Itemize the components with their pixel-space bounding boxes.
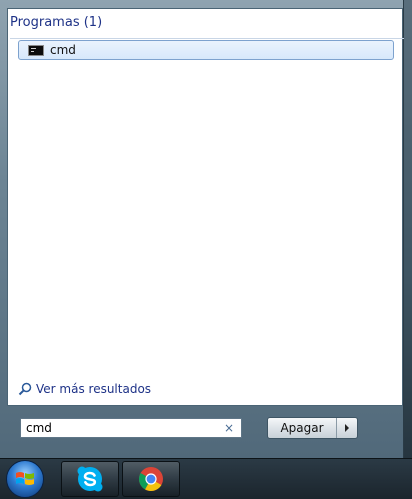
magnifier-icon: [18, 382, 32, 396]
section-divider: [10, 38, 404, 39]
more-results-link[interactable]: Ver más resultados: [18, 382, 151, 396]
result-item-cmd[interactable]: cmd: [18, 40, 394, 60]
skype-icon: [77, 466, 103, 492]
shutdown-options-button[interactable]: [337, 418, 357, 438]
shutdown-control: Apagar: [267, 417, 358, 439]
chrome-icon: [138, 467, 163, 492]
shutdown-button[interactable]: Apagar: [268, 418, 337, 438]
taskbar-button-chrome[interactable]: [122, 461, 180, 497]
chevron-right-icon: [345, 424, 349, 432]
more-results-label: Ver más resultados: [36, 382, 152, 396]
windows-logo-icon: [16, 472, 34, 485]
result-item-label: cmd: [50, 43, 76, 57]
start-button[interactable]: [6, 460, 44, 498]
search-input[interactable]: [21, 420, 222, 436]
taskbar-button-skype[interactable]: [61, 461, 119, 497]
section-header-programs: Programas (1): [10, 15, 103, 30]
command-prompt-icon: [28, 44, 44, 56]
search-box: ×: [20, 418, 242, 438]
desktop-background: [404, 0, 412, 458]
clear-search-icon[interactable]: ×: [224, 421, 234, 435]
search-results-pane: [7, 8, 403, 406]
